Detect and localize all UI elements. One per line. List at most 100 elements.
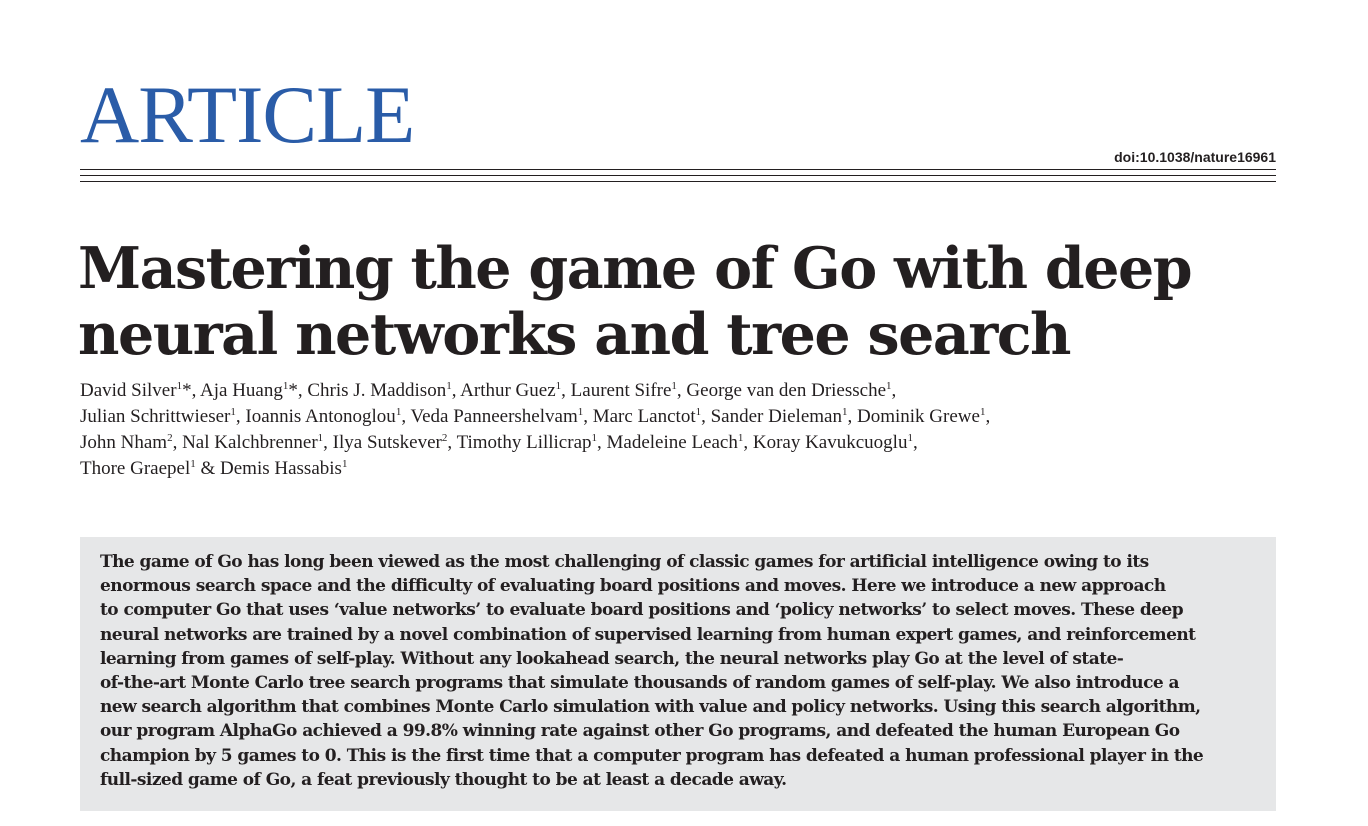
author: Nal Kalchbrenner1, [182,432,333,453]
author-line: Julian Schrittwieser1, Ioannis Antonoglo… [80,404,1276,430]
author-separator: , [847,406,857,427]
author: Demis Hassabis1 [220,458,347,479]
author-name: John Nham [80,432,168,453]
author: Veda Panneershelvam1, [410,406,592,427]
affiliation-number: 1 [886,380,892,392]
author-separator: , [323,432,333,453]
affiliation-number: 1 [176,380,183,392]
author-name: Madeleine Leach [606,432,738,453]
affiliation-number: 1 [979,406,986,418]
abstract-line: full-sized game of Go, a feat previously… [100,769,787,790]
abstract-line: new search algorithm that combines Monte… [100,697,1201,718]
author-name: Ilya Sutskever [332,432,442,453]
article-page: ARTICLE doi:10.1038/nature16961 Masterin… [0,0,1368,826]
author: Ioannis Antonoglou1, [245,406,410,427]
author-separator: & [195,458,221,479]
author-separator: , [891,380,897,401]
header-rule [80,169,1276,170]
affiliation-number: 1 [317,432,324,444]
affiliation-number: 1 [555,380,562,392]
author-name: Sander Dieleman [710,406,842,427]
author-name: Thore Graepel [80,458,191,479]
header-rule [80,181,1276,182]
abstract-line: neural networks are trained by a novel c… [100,624,1196,645]
affiliation-number: 1 [841,406,848,418]
author: David Silver1*, [80,380,200,401]
author-line: John Nham2, Nal Kalchbrenner1, Ilya Suts… [80,430,1276,456]
author-name: Ioannis Antonoglou [245,406,396,427]
author: Julian Schrittwieser1, [80,406,245,427]
author-separator: , [583,406,593,427]
author: Laurent Sifre1, [571,380,687,401]
affiliation-number: 1 [446,380,452,392]
author-name: David Silver [80,380,177,401]
author-separator: , [701,406,711,427]
author-name: Timothy Lillicrap [456,432,592,453]
author-name: Chris J. Maddison [307,380,447,401]
abstract-line: champion by 5 games to 0. This is the fi… [100,745,1204,766]
author-name: Veda Panneershelvam [410,406,578,427]
affiliation-number: 1 [695,406,702,418]
affiliation-number: 1 [395,406,402,418]
abstract-line: of-the-art Monte Carlo tree search progr… [100,673,1180,694]
author: Dominik Grewe1, [857,406,990,427]
author: Ilya Sutskever2, [333,432,457,453]
affiliation-number: 1 [591,432,598,444]
section-label: ARTICLE [80,69,415,160]
affiliation-number: 1 [737,432,744,444]
author: Thore Graepel1 & [80,458,220,479]
abstract-box: The game of Go has long been viewed as t… [80,537,1276,811]
abstract-line: our program AlphaGo achieved a 99.8% win… [100,721,1180,742]
affiliation-number: 1 [282,380,289,392]
affiliation-number: 1 [341,458,348,470]
author-separator: , [912,432,918,453]
affiliation-number: 1 [190,458,196,470]
author-name: George van den Driessche [686,380,887,401]
abstract-line: learning from games of self-play. Withou… [100,648,1124,669]
author: George van den Driessche1, [686,380,896,401]
author-separator: , [561,380,571,401]
author-separator: , [597,432,607,453]
author: Koray Kavukcuoglu1, [753,432,918,453]
author-name: Arthur Guez [460,380,556,401]
author-separator: , [985,406,991,427]
author-line: Thore Graepel1 & Demis Hassabis1 [80,456,1276,482]
abstract-line: enormous search space and the difficulty… [100,576,1166,597]
author: Aja Huang1*, [200,380,307,401]
author-name: Dominik Grewe [856,406,980,427]
author-name: Demis Hassabis [220,458,342,479]
title-line: neural networks and tree search [78,301,1071,368]
author-name: Nal Kalchbrenner [182,432,318,453]
author-separator: , [235,406,246,427]
author: Marc Lanctot1, [593,406,711,427]
author: Chris J. Maddison1, [307,380,460,401]
affiliation-number: 1 [671,380,677,392]
affiliation-number: 2 [441,432,448,444]
author-separator: , [172,432,183,453]
author-name: Aja Huang [200,380,283,401]
author-line: David Silver1*, Aja Huang1*, Chris J. Ma… [80,378,1276,404]
abstract-line: to computer Go that uses ‘value networks… [100,600,1184,621]
author-separator: *, [182,380,201,401]
header-rule [80,175,1276,176]
affiliation-number: 1 [230,406,236,418]
author-name: Laurent Sifre [570,380,672,401]
article-title: Mastering the game of Go with deep neura… [78,236,1278,368]
author-list: David Silver1*, Aja Huang1*, Chris J. Ma… [80,378,1276,482]
doi: doi:10.1038/nature16961 [1114,149,1276,165]
author: Sander Dieleman1, [711,406,857,427]
author-separator: *, [288,380,308,401]
author: Timothy Lillicrap1, [457,432,607,453]
author-name: Marc Lanctot [592,406,696,427]
author-name: Koray Kavukcuoglu [752,432,908,453]
author-separator: , [451,380,461,401]
abstract-line: The game of Go has long been viewed as t… [100,552,1149,572]
author-separator: , [743,432,753,453]
author: Arthur Guez1, [460,380,571,401]
author-name: Julian Schrittwieser [80,406,231,427]
affiliation-number: 1 [577,406,584,418]
author: Madeleine Leach1, [607,432,753,453]
title-line: Mastering the game of Go with deep [78,235,1193,302]
abstract: The game of Go has long been viewed as t… [100,550,1258,792]
author-separator: , [447,432,457,453]
